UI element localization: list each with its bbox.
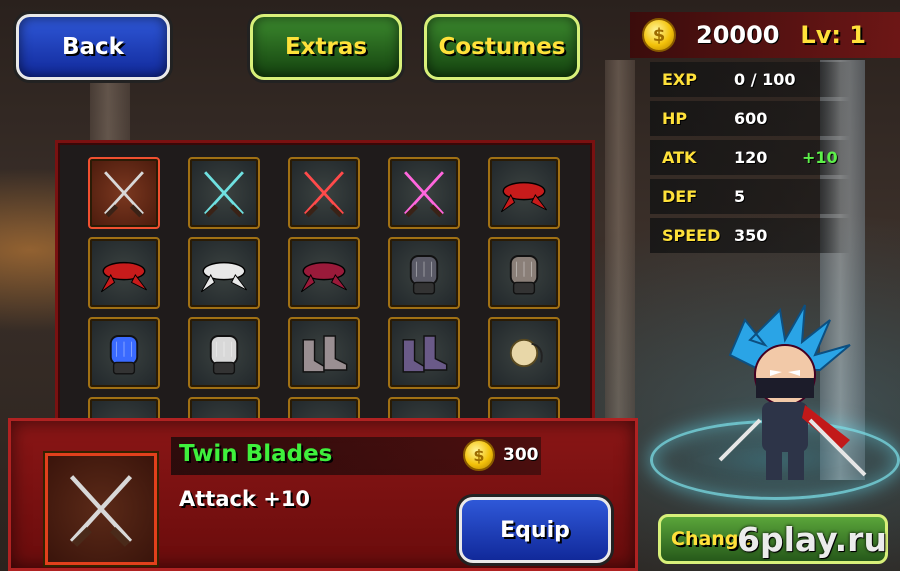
inventory-slot[interactable] bbox=[188, 237, 260, 309]
coin-icon: $ bbox=[642, 18, 676, 52]
armored-glove-icon bbox=[509, 255, 539, 295]
inventory-slot[interactable] bbox=[88, 317, 160, 389]
item-price: 300 bbox=[503, 445, 539, 465]
inventory-slot[interactable] bbox=[288, 317, 360, 389]
white-scarf-icon bbox=[200, 261, 248, 293]
ninja-character bbox=[718, 304, 867, 480]
red-headband-icon bbox=[500, 181, 548, 213]
item-name: Twin Blades bbox=[179, 441, 333, 467]
selected-item-thumbnail bbox=[45, 453, 157, 565]
inventory-slot[interactable] bbox=[88, 157, 160, 229]
stat-row-exp: EXP 0 / 100 bbox=[650, 62, 850, 97]
cyan-blades-icon bbox=[204, 171, 244, 218]
white-gauntlet-icon bbox=[209, 335, 239, 375]
costumes-button[interactable]: Costumes bbox=[424, 14, 580, 80]
inventory-slot[interactable] bbox=[388, 317, 460, 389]
stat-name: DEF bbox=[662, 187, 698, 206]
watermark: 6play.ru bbox=[737, 520, 887, 559]
inventory-panel bbox=[55, 140, 595, 430]
crimson-scarf-icon bbox=[300, 261, 348, 293]
stat-value: 120 bbox=[734, 148, 768, 167]
stat-row-speed: SPEED 350 bbox=[650, 218, 850, 253]
dark-glove-icon bbox=[409, 255, 439, 295]
blue-gauntlet-icon bbox=[109, 335, 139, 375]
purple-boots-icon bbox=[402, 335, 448, 373]
stat-bonus: +10 bbox=[802, 148, 838, 167]
coin-icon: $ bbox=[463, 439, 495, 471]
back-button[interactable]: Back bbox=[16, 14, 170, 80]
stat-row-hp: HP 600 bbox=[650, 101, 850, 136]
gold-amount: 20000 bbox=[696, 21, 780, 49]
stat-value: 0 / 100 bbox=[734, 70, 796, 89]
stat-row-def: DEF 5 bbox=[650, 179, 850, 214]
inventory-slot[interactable] bbox=[388, 237, 460, 309]
item-effect: Attack +10 bbox=[179, 487, 311, 511]
stat-value: 600 bbox=[734, 109, 768, 128]
extras-button[interactable]: Extras bbox=[250, 14, 402, 80]
stat-name: SPEED bbox=[662, 226, 721, 245]
inventory-slot[interactable] bbox=[188, 317, 260, 389]
stat-name: HP bbox=[662, 109, 688, 128]
twin-blades-icon bbox=[69, 475, 133, 547]
inventory-slot[interactable] bbox=[288, 157, 360, 229]
bead-necklace-icon bbox=[509, 338, 543, 368]
pink-blades-icon bbox=[404, 171, 444, 218]
equip-button[interactable]: Equip bbox=[459, 497, 611, 563]
inventory-slot[interactable] bbox=[488, 237, 560, 309]
background-pillar bbox=[605, 60, 635, 480]
inventory-slot[interactable] bbox=[88, 237, 160, 309]
inventory-slot[interactable] bbox=[288, 237, 360, 309]
twin-blades-icon bbox=[104, 171, 144, 218]
stat-name: EXP bbox=[662, 70, 697, 89]
inventory-slot[interactable] bbox=[388, 157, 460, 229]
currency-bar: $ 20000 Lv: 1 bbox=[630, 12, 900, 58]
level-label: Lv: 1 bbox=[800, 21, 866, 49]
stat-row-atk: ATK 120 +10 bbox=[650, 140, 850, 175]
stat-value: 5 bbox=[734, 187, 746, 206]
item-detail-panel: Twin Blades $ 300 Attack +10 Equip bbox=[8, 418, 638, 571]
inventory-slot[interactable] bbox=[488, 317, 560, 389]
inventory-slot[interactable] bbox=[488, 157, 560, 229]
red-blades-icon bbox=[304, 171, 344, 218]
red-scarf-icon bbox=[100, 261, 148, 293]
inventory-slot[interactable] bbox=[188, 157, 260, 229]
stats-panel: EXP 0 / 100 HP 600 ATK 120 +10 DEF 5 SPE… bbox=[650, 62, 850, 257]
grey-boots-icon bbox=[302, 335, 348, 373]
stat-value: 350 bbox=[734, 226, 768, 245]
stat-name: ATK bbox=[662, 148, 697, 167]
